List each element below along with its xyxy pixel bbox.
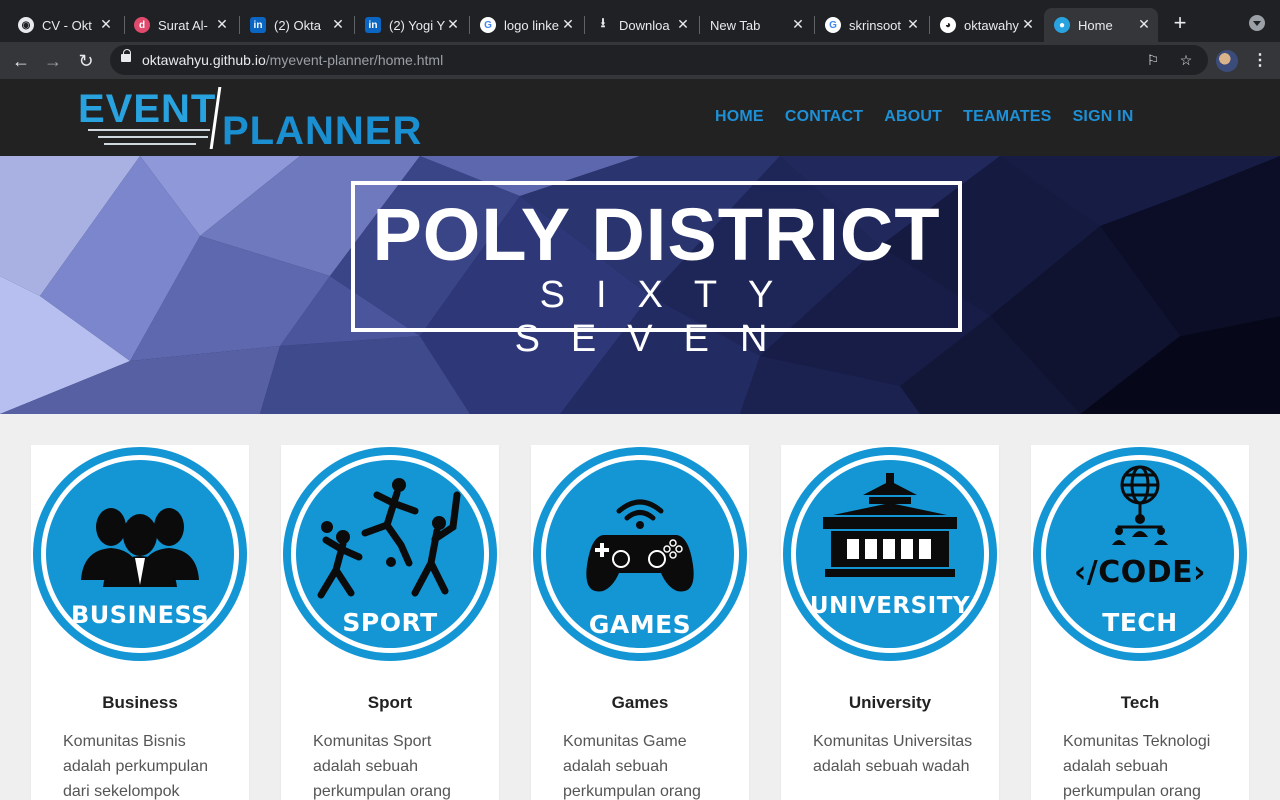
logo-event-text: EVENT — [78, 87, 217, 131]
browser-tab[interactable]: ⭳ Downloa ✕ — [595, 8, 697, 42]
tab-title: (2) Okta — [274, 17, 321, 33]
browser-tab[interactable]: New Tab ✕ — [710, 8, 812, 42]
tab-title: logo linke — [504, 17, 559, 33]
profile-avatar[interactable] — [1216, 50, 1238, 72]
download-icon: ⭳ — [600, 15, 606, 30]
card-title: Sport — [367, 693, 413, 712]
hero-subtitle: SIXTY SEVEN — [514, 274, 805, 360]
github-icon: ◕ — [940, 17, 956, 33]
site-header: EVENT PLANNER HOME CONTACT ABOUT TEAMATE… — [0, 79, 1280, 156]
address-bar[interactable]: oktawahyu.github.io/myevent-planner/home… — [110, 45, 1208, 75]
reload-button[interactable]: ↻ — [73, 48, 99, 74]
badge-label: GAMES — [589, 610, 691, 639]
card-university[interactable]: UNIVERSITY University Komunitas Universi… — [781, 445, 999, 800]
url-host: oktawahyu.github.io — [142, 52, 266, 68]
hero-title: POLY DISTRICT — [372, 193, 941, 276]
tab-search-icon[interactable] — [1249, 15, 1265, 31]
close-icon[interactable]: ✕ — [790, 16, 806, 32]
badge-label: UNIVERSITY — [810, 593, 970, 619]
menu-kebab-icon[interactable]: ⋮ — [1252, 50, 1268, 72]
badge-label: TECH — [1102, 608, 1177, 637]
card-games[interactable]: GAMES Games Komunitas Game adalah sebuah… — [531, 445, 749, 800]
card-description: Komunitas Sport adalah sebuah perkumpula… — [313, 733, 451, 800]
nav-teamates-link[interactable]: TEAMATES — [963, 108, 1051, 126]
back-button[interactable]: ← — [8, 48, 34, 74]
lock-icon — [121, 49, 131, 62]
card-description: Komunitas Bisnis adalah perkumpulan dari… — [63, 733, 208, 800]
browser-tab[interactable]: G logo linke ✕ — [480, 8, 582, 42]
linkedin-icon: in — [250, 17, 266, 33]
page-viewport: EVENT PLANNER HOME CONTACT ABOUT TEAMATE… — [0, 79, 1280, 800]
community-cards: BUSINESS Business Komunitas Bisnis adala… — [0, 445, 1280, 800]
close-icon[interactable]: ✕ — [560, 16, 576, 32]
browser-tab[interactable]: ◕ oktawahy ✕ — [940, 8, 1042, 42]
tab-title: Downloa — [619, 17, 670, 33]
browser-toolbar: ← → ↻ oktawahyu.github.io/myevent-planne… — [0, 42, 1280, 79]
badge-label: SPORT — [342, 608, 437, 637]
browser-tab[interactable]: in (2) Yogi Y ✕ — [365, 8, 467, 42]
tab-title: Surat Al- — [158, 17, 208, 33]
tab-title: (2) Yogi Y — [389, 17, 446, 33]
business-people-icon: BUSINESS — [33, 447, 247, 661]
card-tech[interactable]: ‹/CODE› TECH Tech Komunitas Teknologi ad… — [1031, 445, 1249, 800]
browser-tab[interactable]: G skrinsoot ✕ — [825, 8, 927, 42]
card-description: Komunitas Teknologi adalah sebuah perkum… — [1063, 733, 1211, 800]
new-tab-button[interactable]: + — [1168, 12, 1192, 36]
url-path: /myevent-planner/home.html — [265, 52, 444, 68]
site-logo[interactable]: EVENT PLANNER — [78, 85, 438, 153]
logo-planner-text: PLANNER — [222, 109, 423, 153]
bookmark-star-icon[interactable]: ☆ — [1178, 52, 1194, 68]
code-label: ‹/CODE› — [1074, 555, 1206, 590]
browser-tab[interactable]: d Surat Al- ✕ — [134, 8, 236, 42]
card-title: University — [848, 693, 932, 712]
card-title: Tech — [1120, 693, 1160, 712]
tab-title: skrinsoot — [849, 17, 902, 33]
close-icon[interactable]: ✕ — [1020, 16, 1036, 32]
globe-icon: ◉ — [18, 17, 34, 33]
tab-title: Home — [1078, 17, 1113, 33]
browser-tab[interactable]: in (2) Okta ✕ — [250, 8, 352, 42]
sport-players-icon: SPORT — [283, 447, 497, 661]
university-building-icon: UNIVERSITY — [783, 447, 997, 661]
browser-tab-active[interactable]: ● Home ✕ — [1044, 8, 1158, 42]
translate-icon[interactable]: ⚐ — [1145, 52, 1161, 68]
browser-tab[interactable]: ◉ CV - Okt ✕ — [18, 8, 120, 42]
nav-contact-link[interactable]: CONTACT — [785, 108, 863, 126]
close-icon[interactable]: ✕ — [330, 16, 346, 32]
badge-label: BUSINESS — [71, 601, 209, 629]
google-icon: G — [825, 17, 841, 33]
card-business[interactable]: BUSINESS Business Komunitas Bisnis adala… — [31, 445, 249, 800]
hero-banner: POLY DISTRICT SIXTY SEVEN — [0, 156, 1280, 414]
main-nav: HOME CONTACT ABOUT TEAMATES SIGN IN — [715, 108, 1134, 126]
url-text[interactable]: oktawahyu.github.io/myevent-planner/home… — [142, 52, 443, 68]
nav-home-link[interactable]: HOME — [715, 108, 764, 126]
card-title: Business — [102, 693, 178, 712]
card-description: Komunitas Game adalah sebuah perkumpulan… — [563, 733, 701, 800]
browser-tabstrip: ◉ CV - Okt ✕ d Surat Al- ✕ in (2) Okta ✕… — [0, 0, 1280, 42]
d-logo-icon: d — [134, 17, 150, 33]
forward-button[interactable]: → — [40, 48, 66, 74]
close-icon[interactable]: ✕ — [98, 16, 114, 32]
close-icon[interactable]: ✕ — [675, 16, 691, 32]
site-icon: ● — [1054, 17, 1070, 33]
card-description: Komunitas Universitas adalah sebuah wada… — [813, 733, 973, 775]
tab-title: New Tab — [710, 17, 761, 33]
nav-about-link[interactable]: ABOUT — [884, 108, 942, 126]
close-icon[interactable]: ✕ — [905, 16, 921, 32]
card-title: Games — [611, 693, 669, 712]
tab-title: oktawahy — [964, 17, 1019, 33]
code-network-icon: ‹/CODE› TECH — [1033, 447, 1247, 661]
gamepad-icon: GAMES — [533, 447, 747, 661]
close-icon[interactable]: ✕ — [1136, 16, 1152, 32]
google-icon: G — [480, 17, 496, 33]
close-icon[interactable]: ✕ — [445, 16, 461, 32]
tab-title: CV - Okt — [42, 17, 92, 33]
nav-signin-link[interactable]: SIGN IN — [1073, 108, 1134, 126]
card-sport[interactable]: SPORT Sport Komunitas Sport adalah sebua… — [281, 445, 499, 800]
linkedin-icon: in — [365, 17, 381, 33]
close-icon[interactable]: ✕ — [214, 16, 230, 32]
hero-title-frame: POLY DISTRICT SIXTY SEVEN — [351, 181, 962, 360]
